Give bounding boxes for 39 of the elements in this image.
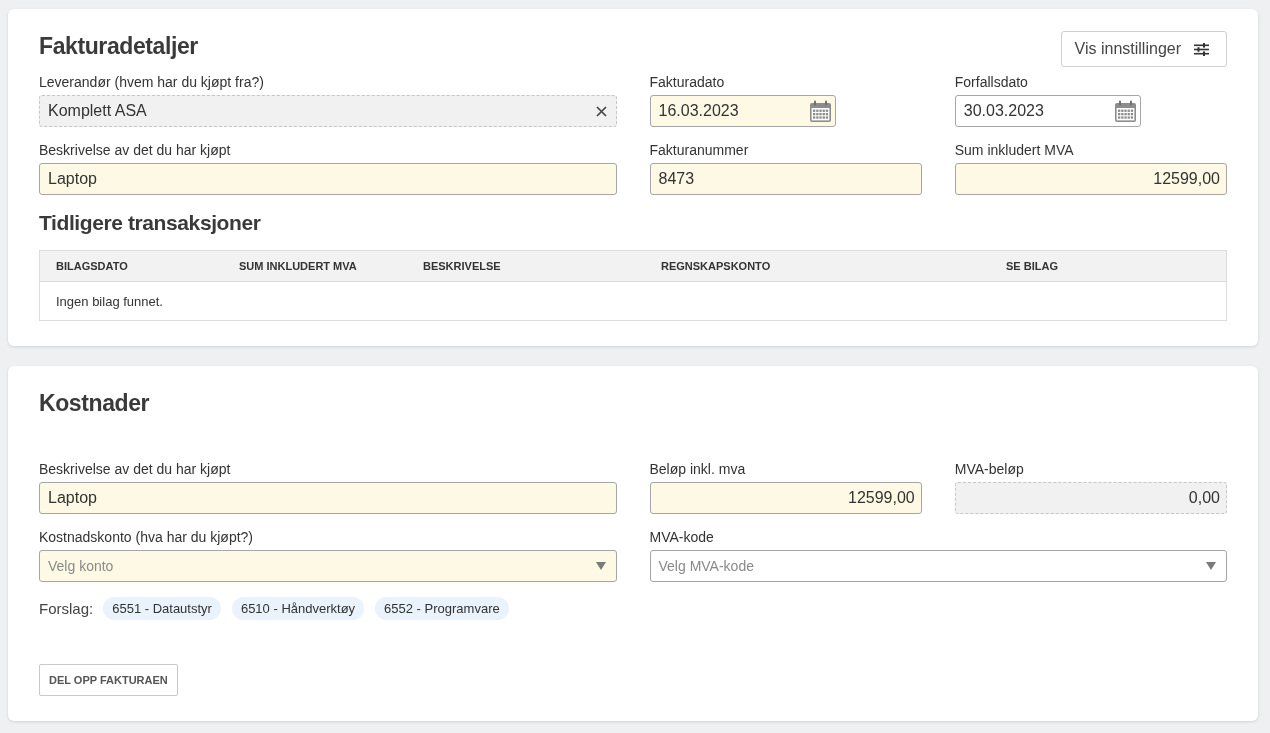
field-label: MVA-kode <box>649 528 715 546</box>
field-label: Forfallsdato <box>954 73 1029 91</box>
select-field[interactable]: Velg MVA-kode <box>649 550 1227 582</box>
field-label: Sum inkludert MVA <box>954 141 1075 159</box>
settings-button[interactable]: Vis innstillinger <box>1060 31 1227 67</box>
column-header: SE BILAG <box>1005 260 1059 272</box>
split-invoice-button[interactable]: DEL OPP FAKTURAEN <box>39 664 178 696</box>
field-label: Leverandør (hvem har du kjøpt fra?) <box>39 73 265 91</box>
field-label: Fakturadato <box>649 73 726 91</box>
field-label: Beskrivelse av det du har kjøpt <box>39 141 232 159</box>
column-header: SUM INKLUDERT MVA <box>238 260 358 272</box>
input-field[interactable]: 12599,00 <box>954 163 1227 195</box>
input-field[interactable]: Laptop <box>39 482 617 514</box>
field-label: Beskrivelse av det du har kjøpt <box>39 460 232 478</box>
field-label: MVA-beløp <box>954 460 1025 478</box>
caret-down-icon[interactable] <box>1206 562 1216 570</box>
section-title: Tidligere transaksjoner <box>39 210 262 236</box>
input-field[interactable]: 8473 <box>649 163 922 195</box>
column-header: BESKRIVELSE <box>422 260 502 272</box>
column-header: BILAGSDATO <box>55 260 129 272</box>
calendar-icon[interactable] <box>1113 99 1137 123</box>
caret-down-icon[interactable] <box>595 562 606 570</box>
date-field[interactable]: 30.03.2023 <box>954 95 1141 127</box>
empty-message: Ingen bilag funnet. <box>56 293 163 309</box>
card-title: Fakturadetaljer <box>39 32 198 61</box>
field-label: Kostnadskonto (hva har du kjøpt?) <box>39 528 254 546</box>
date-field[interactable]: 16.03.2023 <box>649 95 836 127</box>
suggestion-chip[interactable]: 6510 - Håndverktøy <box>231 597 365 620</box>
field-label: Beløp inkl. mva <box>649 460 747 478</box>
field-label: Fakturanummer <box>649 141 750 159</box>
input-field[interactable]: Laptop <box>39 163 617 195</box>
calendar-icon[interactable] <box>808 99 832 123</box>
sliders-icon <box>1194 42 1209 56</box>
input-field[interactable]: 12599,00 <box>649 482 922 514</box>
card-title: Kostnader <box>39 389 151 418</box>
suggestion-chip[interactable]: 6551 - Datautstyr <box>103 597 221 620</box>
suggestions-label: Forslag: <box>39 600 94 617</box>
column-header: REGNSKAPSKONTO <box>660 260 772 272</box>
suggestion-chip[interactable]: 6552 - Programvare <box>375 597 509 620</box>
